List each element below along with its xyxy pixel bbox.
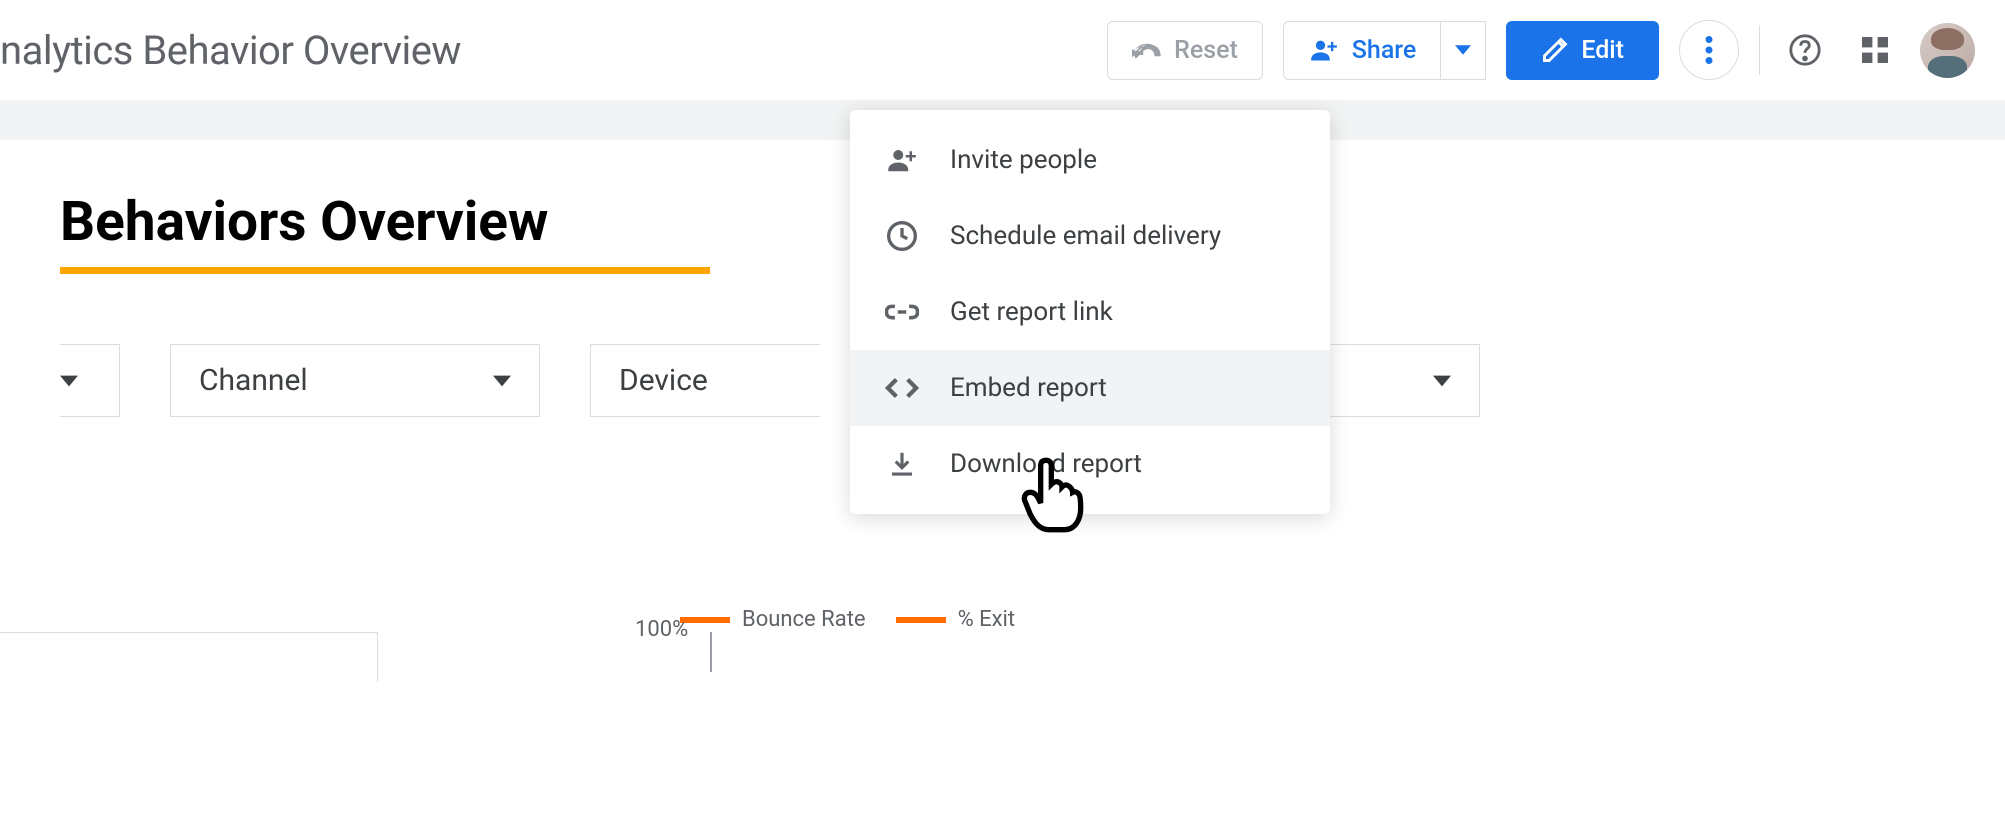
menu-item-schedule[interactable]: Schedule email delivery xyxy=(850,198,1330,274)
share-label: Share xyxy=(1352,36,1417,65)
app-header: nalytics Behavior Overview Reset Share xyxy=(0,0,2005,100)
edit-label: Edit xyxy=(1581,36,1624,65)
menu-label: Invite people xyxy=(950,145,1097,175)
chart-legend: Bounce Rate % Exit xyxy=(680,607,1945,632)
avatar[interactable] xyxy=(1920,23,1975,78)
share-dropdown-menu: Invite people Schedule email delivery Ge… xyxy=(850,110,1330,514)
code-icon xyxy=(884,370,920,406)
menu-label: Embed report xyxy=(950,373,1107,403)
filter-label: Channel xyxy=(199,363,308,398)
legend-item-bounce[interactable]: Bounce Rate xyxy=(680,607,866,632)
more-options-button[interactable] xyxy=(1679,20,1739,80)
menu-item-invite[interactable]: Invite people xyxy=(850,122,1330,198)
header-actions: Reset Share Edit xyxy=(1107,20,1975,80)
reset-label: Reset xyxy=(1174,36,1238,65)
menu-item-download[interactable]: Download report xyxy=(850,426,1330,502)
grid-icon xyxy=(1862,37,1888,63)
more-vert-icon xyxy=(1705,36,1713,64)
filter-channel[interactable]: Channel xyxy=(170,344,540,417)
share-dropdown-button[interactable] xyxy=(1440,21,1486,80)
legend-swatch xyxy=(896,617,946,623)
clock-icon xyxy=(884,218,920,254)
download-icon xyxy=(884,446,920,482)
caret-down-icon xyxy=(60,375,78,387)
link-icon xyxy=(884,294,920,330)
chart-panel-left xyxy=(0,632,378,682)
menu-item-link[interactable]: Get report link xyxy=(850,274,1330,350)
y-axis-line xyxy=(710,632,712,672)
divider xyxy=(1759,25,1760,75)
person-add-icon xyxy=(884,142,920,178)
undo-icon xyxy=(1132,40,1162,60)
cursor-pointer-icon xyxy=(1015,455,1085,535)
menu-label: Get report link xyxy=(950,297,1113,327)
legend-label: Bounce Rate xyxy=(742,607,866,632)
report-title: Behaviors Overview xyxy=(60,190,548,272)
caret-down-icon xyxy=(1433,375,1451,387)
menu-label: Schedule email delivery xyxy=(950,221,1221,251)
filter-label: Device xyxy=(619,363,708,398)
share-button[interactable]: Share xyxy=(1283,21,1441,80)
apps-button[interactable] xyxy=(1850,25,1900,75)
help-icon xyxy=(1788,33,1822,67)
y-axis-tick: 100% xyxy=(635,617,688,642)
filter-unknown[interactable] xyxy=(60,344,120,417)
legend-label: % Exit xyxy=(958,607,1016,632)
caret-down-icon xyxy=(1455,45,1471,55)
person-add-icon xyxy=(1308,36,1340,64)
caret-down-icon xyxy=(493,375,511,387)
reset-button[interactable]: Reset xyxy=(1107,21,1263,80)
page-title: nalytics Behavior Overview xyxy=(0,27,461,74)
menu-item-embed[interactable]: Embed report xyxy=(850,350,1330,426)
help-button[interactable] xyxy=(1780,25,1830,75)
pencil-icon xyxy=(1541,36,1569,64)
filter-device[interactable]: Device xyxy=(590,344,820,417)
edit-button[interactable]: Edit xyxy=(1506,21,1659,80)
share-button-group: Share xyxy=(1283,21,1487,80)
legend-item-exit[interactable]: % Exit xyxy=(896,607,1016,632)
